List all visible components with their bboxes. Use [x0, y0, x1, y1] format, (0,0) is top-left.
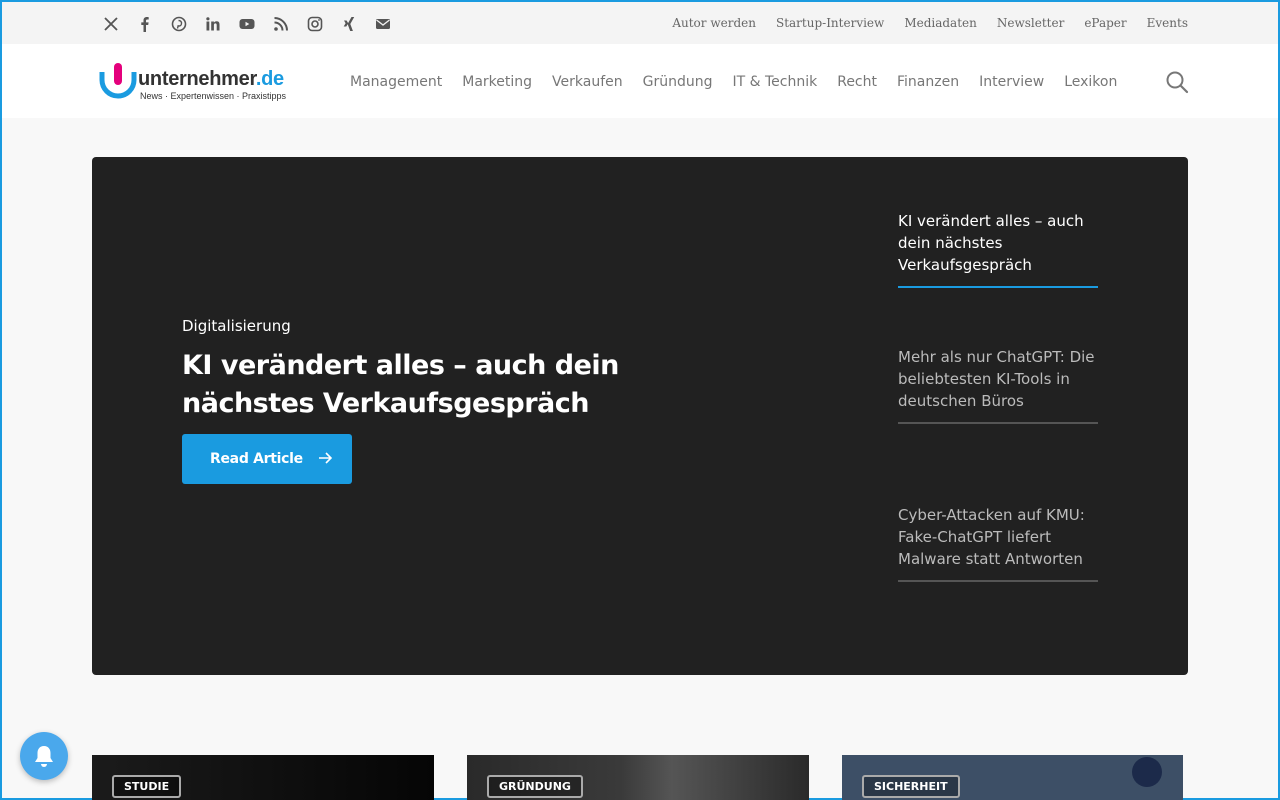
nav-finanzen[interactable]: Finanzen [897, 74, 959, 90]
article-card-2[interactable]: GRÜNDUNG [467, 755, 809, 800]
nav-lexikon[interactable]: Lexikon [1064, 74, 1117, 90]
bell-icon [35, 746, 53, 767]
hero-slider: Digitalisierung KI verändert alles – auc… [92, 157, 1188, 675]
nav-marketing[interactable]: Marketing [462, 74, 532, 90]
read-article-label: Read Article [210, 451, 303, 467]
instagram-icon[interactable] [298, 14, 332, 34]
email-icon[interactable] [366, 14, 400, 34]
search-icon[interactable] [1165, 70, 1189, 94]
hero-title[interactable]: KI verändert alles – auch dein nächstes … [182, 347, 652, 423]
nav-management[interactable]: Management [350, 74, 442, 90]
arrow-right-icon [319, 452, 332, 464]
notification-bell-button[interactable] [20, 732, 68, 780]
card-tag[interactable]: GRÜNDUNG [487, 775, 583, 798]
logo-wordmark: unternehmer.de [138, 68, 284, 91]
card-tag[interactable]: STUDIE [112, 775, 182, 798]
top-link-startup-interview[interactable]: Startup-Interview [776, 16, 884, 30]
article-card-3[interactable]: SICHERHEIT [842, 755, 1183, 800]
xing-icon[interactable] [332, 14, 366, 34]
top-link-events[interactable]: Events [1147, 16, 1188, 30]
logo-main-text: unternehmer [138, 68, 256, 90]
slider-item-1[interactable]: KI verändert alles – auch dein nächstes … [898, 210, 1098, 288]
logo-tld-text: .de [255, 68, 284, 90]
nav-it-technik[interactable]: IT & Technik [732, 74, 817, 90]
rss-icon[interactable] [264, 14, 298, 34]
read-article-button[interactable]: Read Article [182, 434, 352, 484]
article-card-1[interactable]: STUDIE [92, 755, 434, 800]
top-link-newsletter[interactable]: Newsletter [997, 16, 1064, 30]
main-nav: Management Marketing Verkaufen Gründung … [350, 74, 1117, 90]
card-image-figure [1132, 757, 1162, 787]
social-links [94, 14, 400, 34]
logo-mark-icon [99, 63, 137, 99]
youtube-icon[interactable] [230, 14, 264, 34]
top-link-epaper[interactable]: ePaper [1084, 16, 1126, 30]
linkedin-icon[interactable] [196, 14, 230, 34]
top-links: Autor werden Startup-Interview Mediadate… [672, 16, 1188, 30]
hero-category[interactable]: Digitalisierung [182, 317, 291, 335]
x-icon[interactable] [94, 14, 128, 34]
card-tag[interactable]: SICHERHEIT [862, 775, 960, 798]
facebook-icon[interactable] [128, 14, 162, 34]
main-header: unternehmer.de News · Expertenwissen · P… [2, 44, 1278, 118]
pinterest-icon[interactable] [162, 14, 196, 34]
nav-recht[interactable]: Recht [837, 74, 877, 90]
nav-interview[interactable]: Interview [979, 74, 1044, 90]
top-link-mediadaten[interactable]: Mediadaten [904, 16, 977, 30]
slider-item-3[interactable]: Cyber-Attacken auf KMU: Fake-ChatGPT lie… [898, 504, 1098, 582]
site-logo[interactable]: unternehmer.de News · Expertenwissen · P… [98, 62, 298, 102]
logo-tagline: News · Expertenwissen · Praxistipps [140, 91, 287, 101]
nav-gruendung[interactable]: Gründung [643, 74, 713, 90]
top-link-autor-werden[interactable]: Autor werden [672, 16, 756, 30]
top-bar: Autor werden Startup-Interview Mediadate… [2, 2, 1278, 44]
slider-item-2[interactable]: Mehr als nur ChatGPT: Die beliebtesten K… [898, 346, 1098, 424]
nav-verkaufen[interactable]: Verkaufen [552, 74, 623, 90]
